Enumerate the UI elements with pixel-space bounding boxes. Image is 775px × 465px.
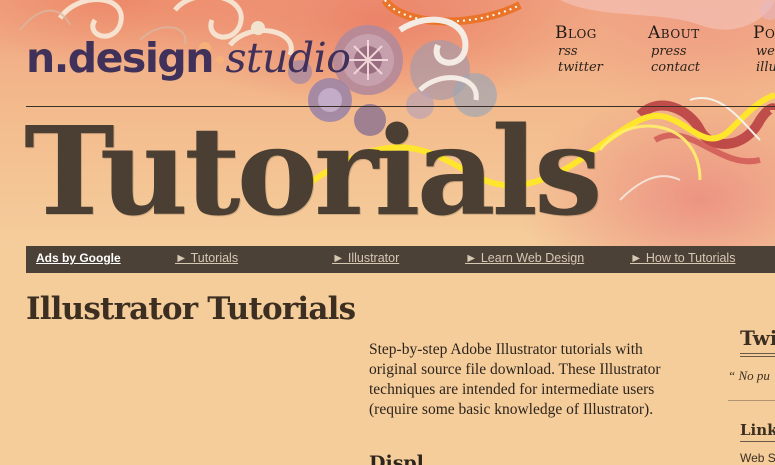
sidebar-heading-twitter: Twi	[740, 326, 775, 350]
section-heading: Displ	[369, 452, 424, 465]
nav-sub-contact[interactable]: contact	[651, 60, 700, 76]
main-navigation: Blog rss twitter About press contact Po …	[0, 22, 775, 82]
page-title: Illustrator Tutorials	[26, 291, 356, 327]
ad-link-how-to-tutorials[interactable]: ► How to Tutorials	[630, 251, 735, 265]
sidebar-divider-double	[740, 356, 775, 357]
sidebar-heading-links: Links	[740, 421, 775, 439]
nav-sub-web[interactable]: we	[756, 44, 775, 60]
nav-sub-illustration[interactable]: illu	[756, 60, 775, 76]
nav-sub-rss[interactable]: rss	[558, 44, 603, 60]
hero-title: Tutorials	[24, 99, 603, 243]
sidebar-links-divider	[740, 441, 775, 442]
intro-paragraph: Step-by-step Adobe Illustrator tutorials…	[369, 341, 661, 418]
nav-group-portfolio: Po we illu	[753, 22, 775, 76]
sidebar-divider	[740, 353, 775, 354]
header-artwork: n.design studio Blog rss twitter About p…	[0, 0, 775, 246]
nav-item-blog[interactable]: Blog	[555, 22, 603, 44]
sidebar-link-item[interactable]: Web S	[740, 451, 775, 465]
ad-link-learn-web-design[interactable]: ► Learn Web Design	[465, 251, 584, 265]
nav-item-about[interactable]: About	[648, 22, 700, 44]
ad-link-illustrator[interactable]: ► Illustrator	[332, 251, 399, 265]
nav-item-portfolio[interactable]: Po	[753, 22, 775, 44]
nav-sub-press[interactable]: press	[651, 44, 700, 60]
sidebar-tweet-text: “ No pu	[728, 368, 770, 383]
nav-group-about: About press contact	[648, 22, 700, 76]
sidebar-dotted-divider	[728, 400, 775, 401]
nav-group-blog: Blog rss twitter	[555, 22, 603, 76]
ad-link-tutorials[interactable]: ► Tutorials	[175, 251, 238, 265]
nav-sub-twitter[interactable]: twitter	[558, 60, 603, 76]
ads-by-google-link[interactable]: Ads by Google	[36, 251, 121, 265]
ads-bar: Ads by Google ► Tutorials ► Illustrator …	[26, 246, 775, 273]
